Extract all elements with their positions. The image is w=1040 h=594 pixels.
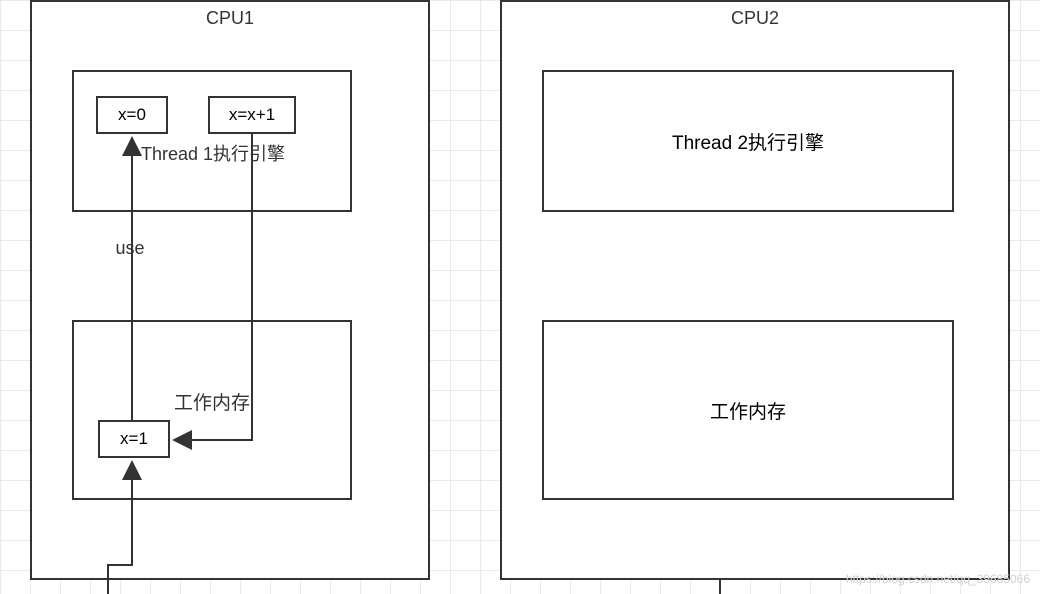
cpu1-memory-label: 工作内存 (72, 388, 352, 415)
cpu1-op2-box: x=x+1 (208, 96, 296, 134)
cpu1-title: CPU1 (30, 8, 430, 29)
cpu1-op1-text: x=0 (118, 105, 146, 125)
cpu2-thread-box: Thread 2执行引擎 (542, 70, 954, 212)
cpu1-memory-cell-text: x=1 (120, 429, 148, 449)
cpu2-thread-label: Thread 2执行引擎 (672, 128, 824, 155)
cpu1-thread-label: Thread 1执行引擎 (108, 140, 318, 166)
cpu2-memory-label: 工作内存 (710, 397, 786, 424)
watermark: https://blog.csdn.net/qq_39685066 (846, 572, 1030, 586)
diagram-canvas: CPU1 Thread 1执行引擎 x=0 x=x+1 use 工作内存 x=1… (0, 0, 1040, 594)
cpu2-title: CPU2 (500, 8, 1010, 29)
cpu1-memory-cell: x=1 (98, 420, 170, 458)
cpu2-memory-box: 工作内存 (542, 320, 954, 500)
use-label: use (100, 238, 160, 259)
cpu1-op1-box: x=0 (96, 96, 168, 134)
cpu1-op2-text: x=x+1 (229, 105, 275, 125)
